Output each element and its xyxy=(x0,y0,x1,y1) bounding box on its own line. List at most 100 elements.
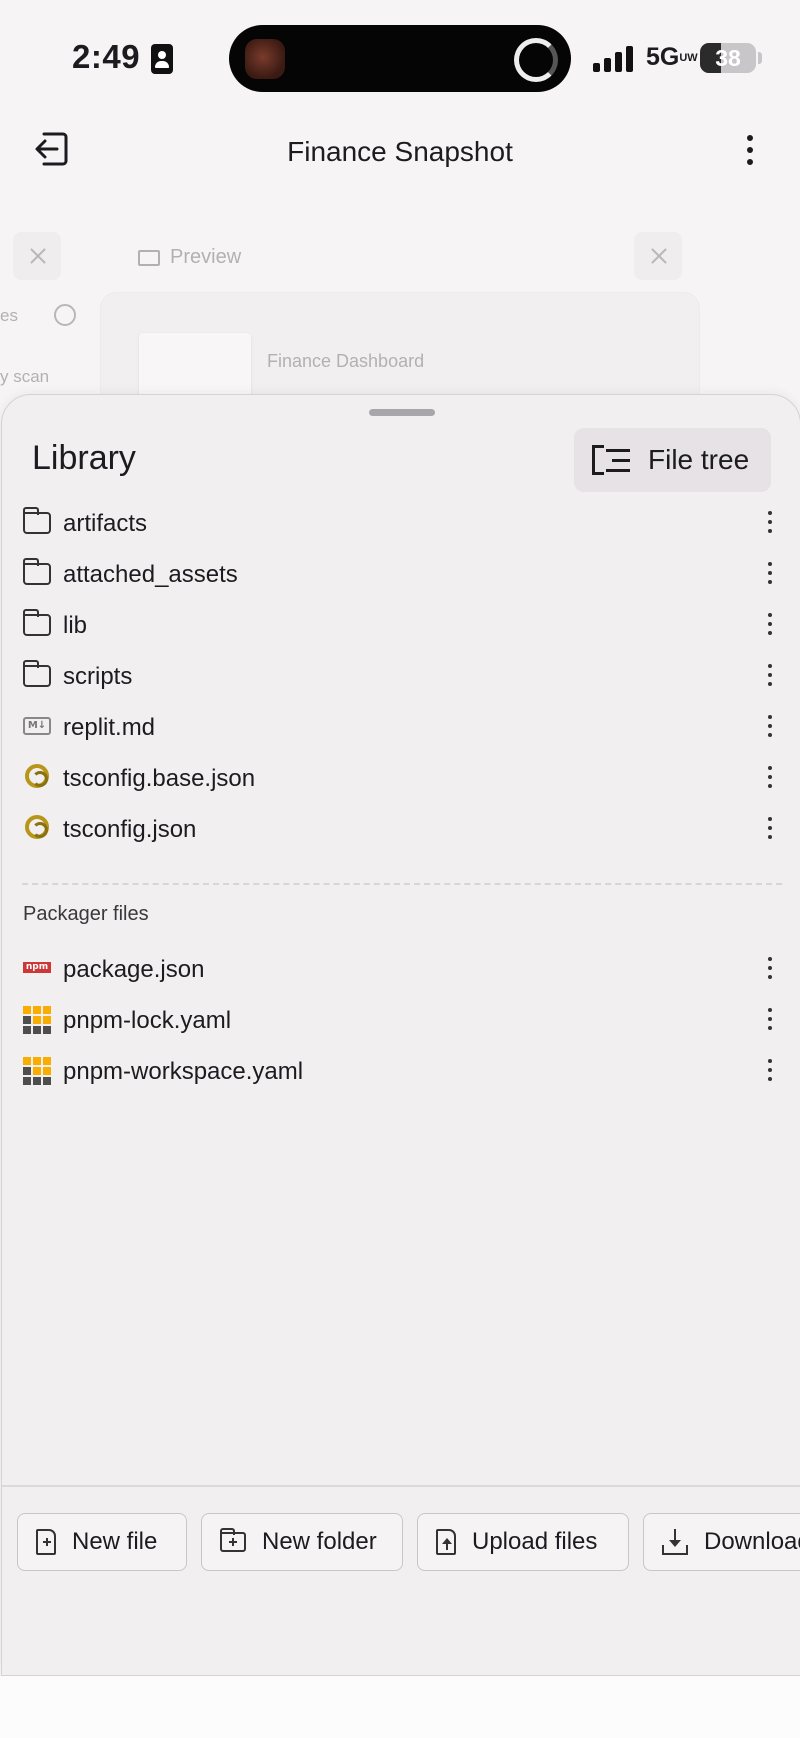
row-menu-button[interactable] xyxy=(752,999,788,1039)
file-row-tsconfig-base[interactable]: tsconfig.base.json xyxy=(2,752,800,803)
section-divider xyxy=(22,883,782,885)
pnpm-icon xyxy=(23,1057,51,1085)
more-vertical-icon xyxy=(752,999,788,1039)
side-text-2: y scan xyxy=(0,367,50,386)
row-menu-button[interactable] xyxy=(752,706,788,746)
folder-icon xyxy=(23,558,51,585)
library-sheet: Library File tree artifacts attached_ass… xyxy=(1,394,800,1676)
monitor-icon xyxy=(138,249,160,266)
new-folder-icon xyxy=(220,1528,246,1552)
file-name: attached_assets xyxy=(63,561,238,588)
download-button[interactable]: Download xyxy=(643,1513,800,1571)
npm-icon: npm xyxy=(23,962,51,973)
file-row-pnpm-workspace[interactable]: pnpm-workspace.yaml xyxy=(2,1045,800,1096)
file-name: artifacts xyxy=(63,510,148,537)
folder-icon xyxy=(23,507,51,534)
row-menu-button[interactable] xyxy=(752,757,788,797)
tsconfig-icon xyxy=(25,764,49,788)
markdown-icon: M↓ xyxy=(23,717,51,735)
file-name: replit.md xyxy=(63,714,156,741)
row-menu-button[interactable] xyxy=(752,604,788,644)
file-name: lib xyxy=(63,612,88,639)
more-vertical-icon xyxy=(752,1050,788,1090)
app-screen: 2:49 5GUW 38 Finance Snapshot Preview es… xyxy=(0,0,800,1738)
file-name: package.json xyxy=(63,956,205,983)
action-bar-divider xyxy=(2,1485,800,1487)
more-vertical-icon xyxy=(730,128,770,172)
more-vertical-icon xyxy=(752,706,788,746)
new-file-label: New file xyxy=(72,1528,158,1555)
row-menu-button[interactable] xyxy=(752,502,788,542)
home-indicator-area xyxy=(0,1676,800,1738)
packager-file-list: npm package.json pnpm-lock.yaml pnpm-wor… xyxy=(2,943,800,1096)
file-row-attached-assets[interactable]: attached_assets xyxy=(2,548,800,599)
preview-tab: Preview xyxy=(138,246,241,269)
row-menu-button[interactable] xyxy=(752,553,788,593)
tsconfig-icon xyxy=(25,815,49,839)
file-row-replit-md[interactable]: M↓ replit.md xyxy=(2,701,800,752)
preview-thumbnail xyxy=(139,333,251,399)
status-time: 2:49 xyxy=(72,38,141,75)
file-name: scripts xyxy=(63,663,133,690)
more-vertical-icon xyxy=(752,757,788,797)
file-row-scripts[interactable]: scripts xyxy=(2,650,800,701)
app-header: Finance Snapshot xyxy=(0,116,800,188)
download-label: Download xyxy=(704,1528,800,1555)
new-folder-label: New folder xyxy=(262,1528,377,1555)
file-name: pnpm-workspace.yaml xyxy=(63,1058,304,1085)
more-vertical-icon xyxy=(752,948,788,988)
more-vertical-icon xyxy=(752,553,788,593)
more-vertical-icon xyxy=(752,604,788,644)
side-text-1: es xyxy=(0,306,18,325)
file-row-lib[interactable]: lib xyxy=(2,599,800,650)
contact-card-icon xyxy=(151,44,173,74)
cellular-signal-icon xyxy=(593,46,635,72)
more-options-button[interactable] xyxy=(730,128,770,172)
upload-files-label: Upload files xyxy=(472,1528,598,1555)
new-folder-button[interactable]: New folder xyxy=(201,1513,403,1571)
library-title: Library xyxy=(32,439,136,477)
file-row-pnpm-lock[interactable]: pnpm-lock.yaml xyxy=(2,994,800,1045)
file-row-package-json[interactable]: npm package.json xyxy=(2,943,800,994)
file-row-tsconfig[interactable]: tsconfig.json xyxy=(2,803,800,854)
file-row-artifacts[interactable]: artifacts xyxy=(2,497,800,548)
upload-files-button[interactable]: Upload files xyxy=(417,1513,629,1571)
upload-file-icon xyxy=(436,1529,456,1555)
sheet-drag-handle[interactable] xyxy=(369,409,435,416)
timer-ring-icon xyxy=(514,38,558,82)
close-pane-button xyxy=(13,232,61,280)
preview-card-title: Finance Dashboard xyxy=(267,351,425,371)
library-action-bar: New file New folder Upload files Downloa… xyxy=(2,1513,800,1573)
row-menu-button[interactable] xyxy=(752,1050,788,1090)
pnpm-icon xyxy=(23,1006,51,1034)
file-list: artifacts attached_assets lib scripts M↓ xyxy=(2,497,800,854)
status-bar: 2:49 5GUW 38 xyxy=(0,0,800,116)
network-type: 5GUW xyxy=(646,43,698,71)
row-menu-button[interactable] xyxy=(752,655,788,695)
file-tree-label: File tree xyxy=(648,444,750,475)
file-tree-button[interactable]: File tree xyxy=(574,428,771,492)
more-vertical-icon xyxy=(752,655,788,695)
file-tree-icon xyxy=(592,445,630,475)
file-name: pnpm-lock.yaml xyxy=(63,1007,232,1034)
packager-files-label: Packager files xyxy=(23,903,149,925)
battery-cap xyxy=(758,52,762,64)
battery-level: 38 xyxy=(715,45,741,71)
new-file-button[interactable]: New file xyxy=(17,1513,187,1571)
row-menu-button[interactable] xyxy=(752,948,788,988)
row-menu-button[interactable] xyxy=(752,808,788,848)
page-title: Finance Snapshot xyxy=(287,136,513,167)
dynamic-island[interactable] xyxy=(229,25,571,92)
more-vertical-icon xyxy=(752,808,788,848)
more-vertical-icon xyxy=(752,502,788,542)
file-name: tsconfig.json xyxy=(63,816,197,843)
preview-tab-label: Preview xyxy=(170,246,242,268)
file-name: tsconfig.base.json xyxy=(63,765,256,792)
new-file-icon xyxy=(36,1529,56,1555)
battery-icon: 38 xyxy=(700,43,756,73)
globe-icon xyxy=(54,304,76,326)
folder-icon xyxy=(23,609,51,636)
background-workspace: Preview es y scan Finance Dashboard xyxy=(0,210,800,432)
now-playing-artwork xyxy=(245,39,285,79)
folder-icon xyxy=(23,660,51,687)
